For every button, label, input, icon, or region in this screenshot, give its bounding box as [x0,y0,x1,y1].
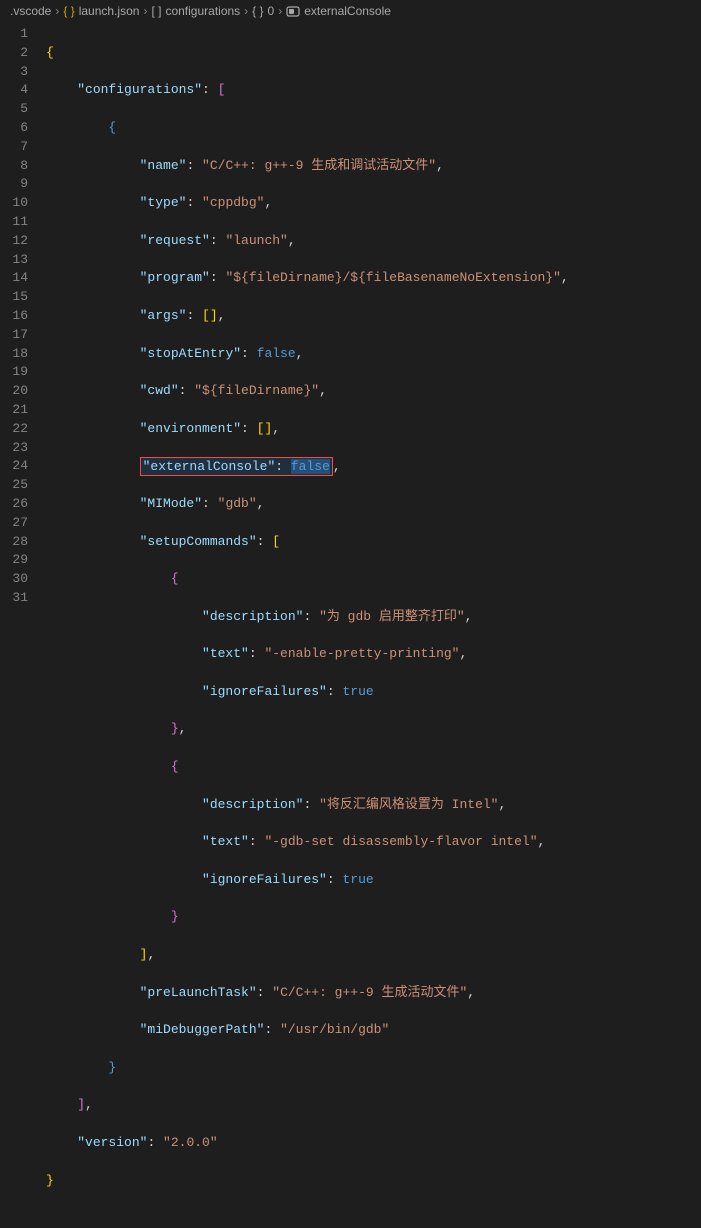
code-content[interactable]: { "configurations": [ { "name": "C/C++: … [46,23,569,625]
line-number-gutter: 12345 678910 1112131415 1617181920 21222… [0,23,46,625]
breadcrumb-label: configurations [165,4,240,18]
json-bool: false [257,346,296,361]
breadcrumb-item-file[interactable]: { } launch.json [63,4,139,18]
object-icon: { } [252,4,263,18]
breadcrumb-item-object[interactable]: { } 0 [252,4,274,18]
highlighted-selection[interactable]: "externalConsole": false [140,457,333,476]
json-string: "C/C++: g++-9 生成和调试活动文件" [202,158,436,173]
json-key: "version" [77,1135,147,1150]
json-key: "name" [140,158,187,173]
json-key: "description" [202,797,303,812]
json-key: "setupCommands" [140,534,257,549]
json-key: "preLaunchTask" [140,985,257,1000]
breadcrumb-item-array[interactable]: [ ] configurations [151,4,240,18]
json-key: "text" [202,646,249,661]
chevron-right-icon: › [244,4,248,18]
json-string: "cppdbg" [202,195,264,210]
json-string: "gdb" [218,496,257,511]
json-bool: false [291,459,330,474]
json-string: "为 gdb 启用整齐打印" [319,609,465,624]
breadcrumb-label: 0 [268,4,275,18]
close-brace: } [46,1173,54,1188]
json-key: "description" [202,609,303,624]
json-key: "program" [140,270,210,285]
json-key: "configurations" [77,82,202,97]
json-string: "launch" [225,233,287,248]
open-brace: { [46,45,54,60]
json-string: "C/C++: g++-9 生成活动文件" [272,985,467,1000]
json-key: "request" [140,233,210,248]
json-string: "将反汇编风格设置为 Intel" [319,797,498,812]
breadcrumb-label: externalConsole [304,4,391,18]
json-key: "externalConsole" [143,459,276,474]
code-editor[interactable]: 12345 678910 1112131415 1617181920 21222… [0,23,701,625]
json-key: "text" [202,834,249,849]
breadcrumb-label: .vscode [10,4,51,18]
json-string: "${fileDirname}" [194,383,319,398]
json-brace-icon: { } [63,4,74,18]
json-key: "environment" [140,421,241,436]
breadcrumb: .vscode › { } launch.json › [ ] configur… [0,0,701,23]
array-icon: [ ] [151,4,161,18]
json-bool: true [342,872,373,887]
json-key: "ignoreFailures" [202,872,327,887]
json-key: "ignoreFailures" [202,684,327,699]
boolean-icon [286,6,300,17]
json-string: "-enable-pretty-printing" [264,646,459,661]
json-key: "stopAtEntry" [140,346,241,361]
json-bool: true [342,684,373,699]
json-key: "cwd" [140,383,179,398]
breadcrumb-item-folder[interactable]: .vscode [10,4,51,18]
json-key: "args" [140,308,187,323]
json-string: "${fileDirname}/${fileBasenameNoExtensio… [225,270,560,285]
chevron-right-icon: › [55,4,59,18]
breadcrumb-item-property[interactable]: externalConsole [286,4,391,18]
json-key: "miDebuggerPath" [140,1022,265,1037]
json-string: "-gdb-set disassembly-flavor intel" [264,834,537,849]
json-key: "MIMode" [140,496,202,511]
chevron-right-icon: › [143,4,147,18]
breadcrumb-label: launch.json [79,4,140,18]
json-string: "/usr/bin/gdb" [280,1022,389,1037]
json-string: "2.0.0" [163,1135,218,1150]
chevron-right-icon: › [278,4,282,18]
json-key: "type" [140,195,187,210]
